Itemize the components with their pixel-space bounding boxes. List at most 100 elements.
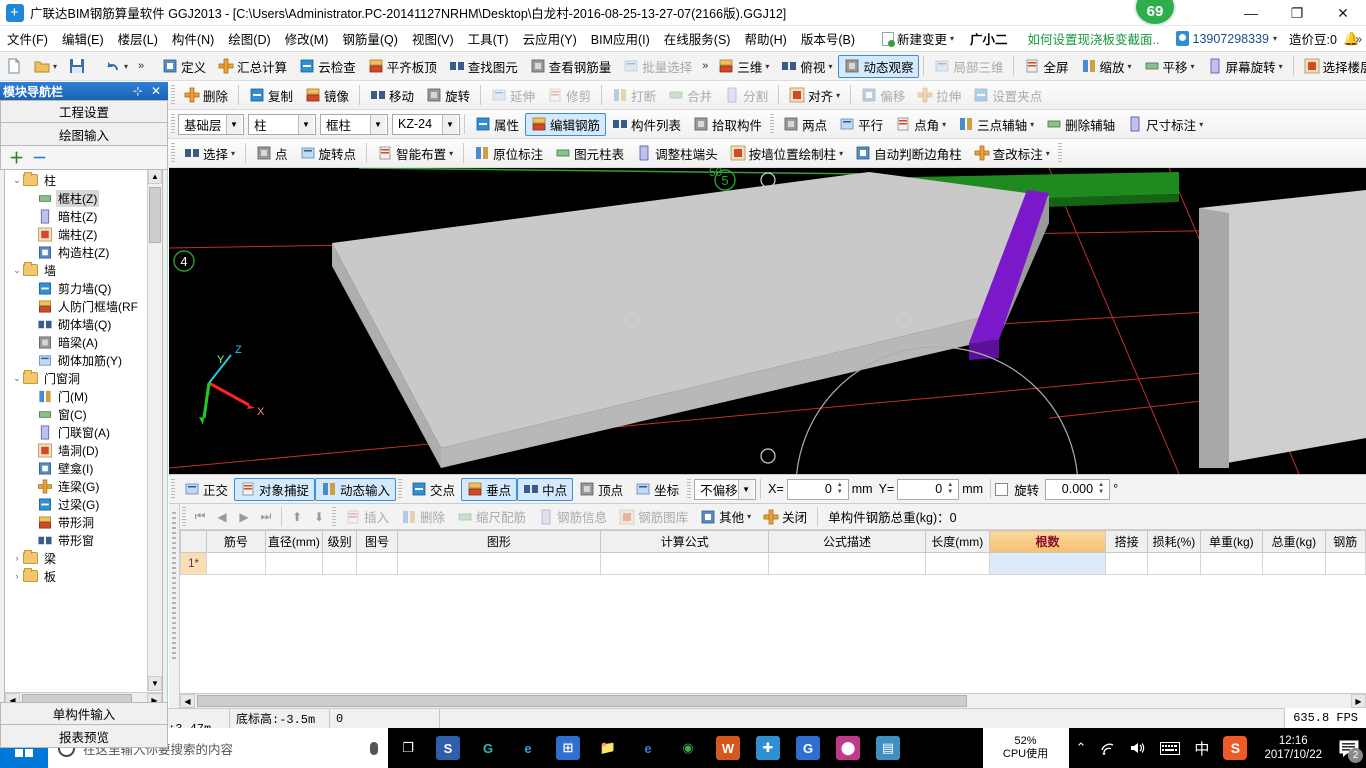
tree-expander-icon[interactable]: ⌄ (11, 175, 23, 186)
save-icon[interactable] (63, 55, 91, 78)
tree-scroll-thumb[interactable] (149, 187, 161, 243)
open-file-icon[interactable]: ▾ (28, 55, 63, 78)
tree-item-15[interactable]: 暗梁(A) (5, 333, 146, 351)
menu-item-3[interactable]: 构件(N) (165, 26, 221, 51)
table-cell[interactable] (322, 552, 358, 575)
chevron-down-icon[interactable]: ▾ (1191, 62, 1195, 71)
table-cell[interactable] (1324, 552, 1366, 575)
table-cell[interactable] (989, 552, 1106, 575)
select-button[interactable]: 选择 ▾ (178, 142, 241, 165)
toolbar-grip[interactable] (1057, 143, 1062, 163)
undo-icon[interactable]: ▾ (99, 55, 134, 78)
element-column-table-button[interactable]: 图元柱表 (549, 142, 630, 165)
explorer-icon[interactable]: 📁 (588, 728, 628, 768)
toolbar-overflow-right[interactable]: » (1348, 60, 1362, 72)
menu-item-11[interactable]: 在线服务(S) (657, 26, 738, 51)
col-count[interactable]: 根数 (989, 530, 1106, 553)
dimension-button[interactable]: 尺寸标注 ▾ (1121, 113, 1209, 136)
col-rebar[interactable]: 钢筋 (1324, 530, 1366, 553)
table-cell[interactable] (264, 552, 324, 575)
chevron-down-icon[interactable]: ▾ (1046, 149, 1050, 158)
delete-aux-axis-button[interactable]: 删除辅轴 (1040, 113, 1121, 136)
snapbar-grip[interactable] (687, 479, 692, 499)
tree-item-28[interactable]: › 板 (5, 567, 146, 585)
col-grade[interactable]: 级别 (322, 530, 358, 553)
tree-item-12[interactable]: 剪力墙(Q) (5, 279, 146, 297)
align-button[interactable]: 对齐 ▾ (783, 84, 846, 107)
toolbar-grip[interactable] (171, 85, 175, 105)
dynamic-observe-button[interactable]: 动态观察 (838, 54, 920, 78)
app-icon-plus[interactable]: ✚ (748, 728, 788, 768)
snap-intersection[interactable]: 交点 (405, 478, 461, 501)
new-change-button[interactable]: 新建变更 ▾ (876, 27, 960, 50)
snap-midpoint[interactable]: 中点 (517, 477, 574, 501)
align-slab-top-button[interactable]: 平齐板顶 (362, 55, 443, 78)
menu-item-2[interactable]: 楼层(L) (111, 26, 165, 51)
grid-horizontal-scrollbar[interactable]: ◀ ▶ (180, 693, 1366, 708)
point-button[interactable]: 点 (250, 142, 294, 165)
app-icon-teal[interactable]: G (468, 728, 508, 768)
keyboard-icon[interactable] (1153, 741, 1187, 755)
chevron-down-icon[interactable]: ▾ (1199, 120, 1203, 129)
report-preview-button[interactable]: 报表预览 (0, 725, 168, 748)
wps-icon[interactable]: W (708, 728, 748, 768)
user-name-label[interactable]: 广小二 (960, 26, 1018, 51)
chevron-down-icon[interactable]: ▾ (836, 91, 840, 100)
grid-nav-2[interactable]: ▶ (233, 510, 255, 524)
tree-item-19[interactable]: 窗(C) (5, 405, 146, 423)
tree-expander-icon[interactable]: › (11, 571, 23, 581)
wifi-icon[interactable] (1093, 741, 1123, 755)
delete-button[interactable]: 删除 (178, 84, 234, 107)
chevron-down-icon[interactable]: ▼ (226, 114, 241, 134)
table-cell[interactable] (768, 552, 926, 575)
table-cell[interactable] (356, 552, 398, 575)
maximize-button[interactable]: ❐ (1274, 0, 1320, 26)
x-spinner[interactable]: ▲ ▼ (834, 482, 846, 496)
grid-nav-4[interactable]: ⬆ (286, 510, 308, 524)
tree-item-23[interactable]: 连梁(G) (5, 477, 146, 495)
table-cell[interactable] (1147, 552, 1201, 575)
snap-perpendicular[interactable]: 垂点 (461, 477, 518, 501)
snapbar-grip[interactable] (398, 479, 403, 499)
dynamic-input-toggle[interactable]: 动态输入 (315, 477, 397, 501)
menu-item-12[interactable]: 帮助(H) (737, 26, 793, 51)
table-cell[interactable] (600, 552, 770, 575)
table-cell[interactable] (396, 552, 602, 575)
ortho-toggle[interactable]: 正交 (178, 478, 234, 501)
menu-item-10[interactable]: BIM应用(I) (584, 26, 657, 51)
rotate-button[interactable]: 旋转 (420, 84, 476, 107)
table-cell[interactable] (206, 552, 266, 575)
sogou-icon[interactable]: S (1216, 736, 1254, 760)
table-row[interactable]: 1* (180, 552, 1366, 575)
microphone-icon[interactable] (370, 741, 378, 755)
chevron-down-icon[interactable]: ▾ (747, 512, 751, 521)
top-view-button[interactable]: 俯视 ▾ (775, 55, 838, 78)
component-combo[interactable]: KZ-24 ▼ (392, 113, 460, 135)
menu-item-4[interactable]: 绘图(D) (221, 26, 277, 51)
screen-rotate-button[interactable]: 屏幕旋转 ▾ (1201, 55, 1289, 78)
ime-indicator[interactable]: 中 (1187, 738, 1216, 759)
floor-combo[interactable]: 基础层 ▼ (178, 113, 244, 135)
three-point-aux-axis-button[interactable]: 三点辅轴 ▾ (952, 113, 1040, 136)
g-icon[interactable]: G (788, 728, 828, 768)
tree-item-17[interactable]: ⌄ 门窗洞 (5, 369, 146, 387)
mirror-button[interactable]: 镜像 (299, 84, 355, 107)
edge-icon[interactable]: e (508, 728, 548, 768)
chevron-down-icon[interactable]: ▾ (839, 149, 843, 158)
tree-item-18[interactable]: 门(M) (5, 387, 146, 405)
collapse-all-icon[interactable]: － (32, 147, 47, 168)
menu-item-8[interactable]: 工具(T) (461, 26, 516, 51)
tree-item-22[interactable]: 壁龛(I) (5, 459, 146, 477)
chevron-down-icon[interactable]: ▼ (442, 114, 457, 134)
col-unit-weight[interactable]: 单重(kg) (1199, 530, 1264, 553)
tree-item-21[interactable]: 墙洞(D) (5, 441, 146, 459)
type-combo[interactable]: 框柱 ▼ (320, 113, 388, 135)
tree-item-16[interactable]: 砌体加筋(Y) (5, 351, 146, 369)
table-cell[interactable] (924, 552, 991, 575)
in-place-annotation-button[interactable]: 原位标注 (468, 142, 549, 165)
offset-mode-combo[interactable]: 不偏移 ▼ (694, 478, 757, 500)
notification-badge[interactable]: 69 (1134, 0, 1176, 26)
cpu-widget[interactable]: 52% CPU使用 (982, 728, 1069, 768)
col-total-weight[interactable]: 总重(kg) (1262, 530, 1326, 553)
rotate-checkbox[interactable] (995, 482, 1009, 496)
